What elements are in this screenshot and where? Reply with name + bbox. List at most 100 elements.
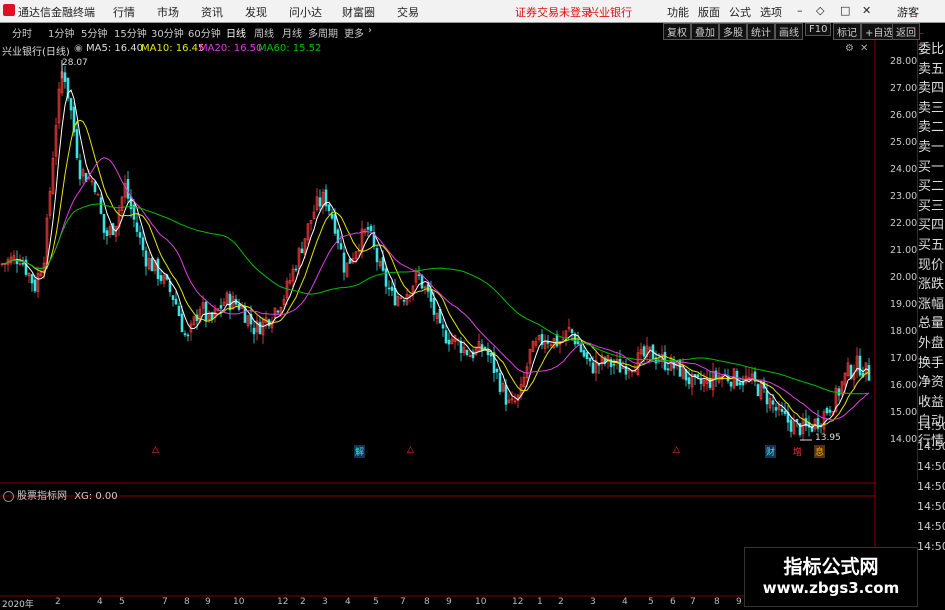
menu-discover[interactable]: 发现	[245, 4, 267, 20]
time-scale: 14:50 14:50 14:50 14:50 14:50 14:50 14:5…	[917, 420, 945, 570]
chart-close-icon[interactable]: ✕	[860, 43, 868, 54]
candle-body	[63, 72, 67, 82]
candle-body	[99, 197, 103, 214]
menu-function[interactable]: 功能	[667, 4, 689, 20]
event-marker[interactable]: △	[673, 445, 680, 455]
candle-body	[150, 257, 154, 272]
event-marker[interactable]: 增	[793, 445, 802, 458]
toolbar-button[interactable]: 复权	[663, 23, 691, 40]
candle-body	[495, 368, 499, 373]
event-marker[interactable]: △	[407, 445, 414, 455]
period-tab[interactable]: 月线	[282, 25, 302, 40]
date-tick: 8	[184, 597, 190, 607]
candle-body	[459, 340, 463, 353]
event-marker[interactable]: △	[152, 445, 159, 455]
candle-body	[708, 377, 712, 388]
settings-icon[interactable]: ◉	[74, 43, 83, 54]
menu-news[interactable]: 资讯	[201, 4, 223, 20]
restore-icon[interactable]: ◇	[816, 4, 824, 17]
date-tick: 2	[300, 597, 306, 607]
date-tick: 9	[446, 597, 452, 607]
event-marker[interactable]: 息	[814, 445, 826, 458]
candle-body	[135, 222, 139, 232]
candle-body	[858, 355, 862, 376]
candle-body	[789, 419, 793, 432]
kline-chart[interactable]	[0, 40, 876, 597]
candle-body	[138, 232, 142, 238]
event-marker[interactable]: 解	[354, 445, 366, 458]
candle-body	[96, 193, 100, 196]
toolbar-button[interactable]: 标记	[833, 23, 861, 40]
period-tab[interactable]: 更多	[344, 25, 364, 40]
date-tick: 8	[714, 597, 720, 607]
ma60-label: MA60: 15.52	[258, 43, 322, 54]
price-tick: 28.00	[890, 56, 918, 67]
close-icon[interactable]: ✕	[862, 4, 871, 17]
candle-body	[504, 384, 508, 405]
candle-body	[93, 181, 97, 193]
menu-wealth[interactable]: 财富圈	[342, 4, 375, 20]
candle-body	[837, 388, 841, 396]
menu-trade[interactable]: 交易	[397, 4, 419, 20]
candle-body	[771, 400, 775, 405]
candle-body	[783, 410, 787, 414]
candle-body	[30, 274, 34, 284]
toolbar-button[interactable]: 统计	[747, 23, 775, 40]
candle-body	[276, 310, 280, 313]
period-tab-selected[interactable]: 日线	[226, 25, 246, 40]
menu-layout[interactable]: 版面	[698, 4, 720, 20]
event-marker[interactable]: 财	[765, 445, 777, 458]
candle-body	[258, 322, 262, 335]
date-tick: 3	[322, 597, 328, 607]
date-tick: 1	[537, 597, 543, 607]
candle-body	[591, 362, 595, 374]
candle-body	[33, 279, 37, 292]
menu-market[interactable]: 市场	[157, 4, 179, 20]
candle-body	[204, 301, 208, 321]
toolbar-button[interactable]: 叠加	[691, 23, 719, 40]
guest-button[interactable]: 游客	[897, 4, 919, 20]
toolbar-button[interactable]: 画线	[775, 23, 803, 40]
stock-label: 兴业银行(日线)	[2, 47, 70, 58]
period-tab[interactable]: 1分钟	[48, 25, 74, 40]
period-tab[interactable]: 分时	[12, 25, 32, 40]
side-item: 买一	[918, 159, 945, 175]
date-tick: 4	[622, 597, 628, 607]
period-tab[interactable]: 30分钟	[151, 25, 184, 40]
candle-body	[156, 258, 160, 280]
indicator-settings-icon[interactable]	[3, 490, 14, 502]
period-tab[interactable]: 5分钟	[81, 25, 107, 40]
candle-body	[738, 382, 742, 386]
more-arrow-icon[interactable]: ›	[368, 25, 372, 36]
side-item: 买二	[918, 179, 945, 195]
side-top-label: L	[918, 26, 924, 37]
menu-formula[interactable]: 公式	[729, 4, 751, 20]
candle-body	[348, 258, 352, 264]
period-tab[interactable]: 周线	[254, 25, 274, 40]
period-tab[interactable]: 60分钟	[188, 25, 221, 40]
price-tick: 20.00	[890, 272, 918, 283]
menu-quotes[interactable]: 行情	[113, 4, 135, 20]
toolbar-button[interactable]: 多股	[719, 23, 747, 40]
maximize-icon[interactable]: □	[840, 4, 850, 17]
price-tick: 27.00	[890, 83, 918, 94]
candle-body	[330, 213, 334, 219]
candle-body	[828, 409, 832, 413]
candle-body	[618, 359, 622, 373]
date-tick: 5	[373, 597, 379, 607]
candle-body	[498, 372, 502, 392]
toolbar-button[interactable]: F10	[805, 23, 832, 36]
toolbar-button[interactable]: 返回	[892, 23, 920, 40]
indicator-name[interactable]: 股票指标网	[17, 491, 67, 502]
login-notice[interactable]: 证券交易未登录	[515, 4, 592, 20]
period-tab[interactable]: 多周期	[308, 25, 338, 40]
menu-options[interactable]: 选项	[760, 4, 782, 20]
chart-settings-icon[interactable]: ⚙	[845, 43, 854, 54]
side-item: 卖五	[918, 61, 945, 77]
candle-body	[597, 363, 601, 366]
minimize-icon[interactable]: –	[797, 4, 803, 17]
menu-assistant[interactable]: 问小达	[289, 4, 322, 20]
side-item: 涨幅	[918, 296, 945, 312]
period-tab[interactable]: 15分钟	[114, 25, 147, 40]
candle-body	[228, 293, 232, 311]
